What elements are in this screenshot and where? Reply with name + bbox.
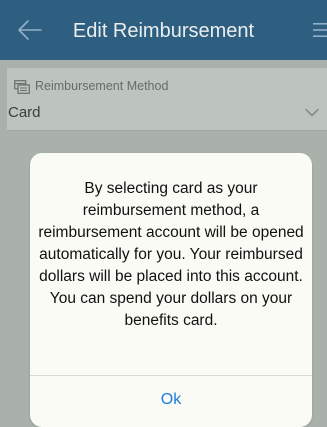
reimbursement-method-field[interactable]: Reimbursement Method Card — [7, 68, 327, 130]
reimbursement-method-value[interactable]: Card — [8, 104, 41, 121]
reimbursement-info-dialog: By selecting card as your reimbursement … — [30, 153, 312, 427]
payment-terminal-icon — [14, 80, 30, 94]
chevron-down-icon[interactable] — [305, 108, 319, 117]
field-divider — [7, 130, 327, 131]
ok-button[interactable]: Ok — [30, 376, 312, 426]
app-header: Edit Reimbursement — [0, 0, 327, 60]
dialog-message: By selecting card as your reimbursement … — [38, 180, 304, 329]
page-title: Edit Reimbursement — [72, 20, 255, 42]
edit-reimbursement-screen: Edit Reimbursement Reimbursement Method … — [0, 0, 327, 427]
reimbursement-method-label: Reimbursement Method — [35, 79, 169, 93]
hamburger-menu-icon[interactable] — [313, 21, 327, 39]
